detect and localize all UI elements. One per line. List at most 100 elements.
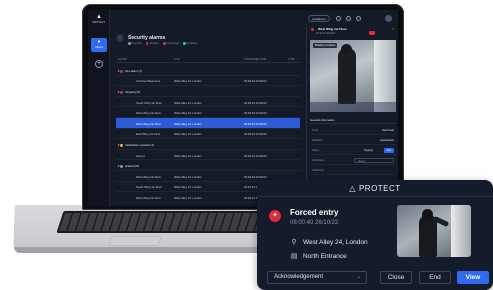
- field-zone: Zone Vault Gate: [310, 126, 396, 135]
- site-cell: West Alley 24, London: [174, 195, 202, 200]
- grid-icon[interactable]: [356, 16, 361, 21]
- brand-name: PROTECT: [92, 21, 106, 24]
- alarm-label: Fire alarm (1): [125, 68, 142, 73]
- nav-alarms-button[interactable]: ● Alarms: [91, 38, 107, 52]
- alarm-detail-panel: West Wing 1st Floor 20:40:24 22/10/23 × …: [306, 24, 398, 206]
- alarm-label: Zone A: [136, 153, 145, 158]
- time-cell: 20:40:24 22/10/23: [244, 100, 267, 105]
- bell-icon: ●: [97, 39, 101, 45]
- alarm-label: East Wing 1st Floor: [136, 132, 161, 137]
- location-pin-icon: ⚲: [291, 239, 297, 246]
- column-alarm[interactable]: ALARM: [118, 58, 127, 61]
- alarm-title: Forced entry: [290, 208, 339, 217]
- time-cell: 20:40:24 22/10/23: [244, 132, 267, 137]
- nav-alarms-label: Alarms: [95, 46, 103, 49]
- intruder-head: [341, 44, 352, 55]
- table-row[interactable]: West Wing 1st Floor West Alley 24, London…: [116, 107, 300, 118]
- field-verified-by: Verified by: [310, 166, 396, 175]
- status-dot-icon: [120, 143, 124, 147]
- field-detection: Detection Appearance: [310, 136, 396, 145]
- status-dot-icon: [120, 164, 124, 168]
- verification-select[interactable]: Select: [354, 157, 394, 163]
- column-triggered-time[interactable]: TRIGGERED TIME: [244, 58, 266, 61]
- view-button[interactable]: View: [457, 271, 489, 284]
- field-value: Vault Gate: [381, 129, 394, 132]
- timeline-strip[interactable]: [310, 102, 396, 112]
- alarm-cell: West Wing 1st Floor: [136, 122, 161, 126]
- column-site[interactable]: SITE: [174, 58, 180, 61]
- group-row[interactable]: ▾ Ongoing (5): [116, 86, 300, 97]
- alarm-cell: Zone A: [136, 154, 145, 158]
- group-row[interactable]: ▾ Fire alarm (1): [116, 65, 300, 76]
- time-cell: 20:40:24 22/10/23: [244, 153, 267, 158]
- detail-subtitle: 20:40:24 22/10/23: [316, 32, 336, 35]
- table-row[interactable]: South Wing 1st Floor West Alley 24, Londo…: [116, 97, 300, 108]
- laptop-screen: ▲ PROTECT ● Alarms + ‹ Security alarms A…: [88, 10, 398, 206]
- column-type[interactable]: TYPE: [288, 58, 295, 61]
- alarm-cell: West Wing 1st Floor: [136, 111, 161, 115]
- help-icon[interactable]: [336, 16, 341, 21]
- alarm-label: South Wing 1st Floor: [136, 100, 163, 105]
- alarm-label: Ongoing (5): [125, 89, 140, 94]
- status-badge: [369, 31, 375, 35]
- avatar[interactable]: [385, 15, 392, 22]
- trackpad: [108, 236, 162, 246]
- alarm-cell: West Wing 1st Floor: [136, 196, 161, 200]
- status-end-button[interactable]: End: [383, 147, 394, 153]
- table-row[interactable]: West Wing 1st Floor West Alley 24, London…: [116, 117, 300, 129]
- legend-item[interactable]: All status: [183, 42, 197, 45]
- add-button[interactable]: +: [95, 60, 103, 68]
- lockdown-button[interactable]: Lockdown: [308, 15, 330, 22]
- group-row[interactable]: ▾ Verification required (1): [116, 139, 300, 150]
- triangle-logo-icon: ▲: [96, 14, 102, 20]
- group-row[interactable]: ▾ Ended (22): [116, 160, 300, 171]
- legend-dot-icon: [183, 42, 186, 45]
- legend-dot-icon: [163, 42, 166, 45]
- alarm-label: 1st Floor Basement: [136, 79, 161, 84]
- alarm-cell: South Wing 1st Floor: [136, 185, 162, 189]
- time-cell: 20:40:24 22/10/23: [244, 79, 267, 84]
- camera-snapshot[interactable]: Building 4 entrance: [310, 40, 396, 112]
- card-brand-name: PROTECT: [358, 184, 401, 193]
- site-cell: West Alley 24, London: [174, 121, 202, 126]
- table-row[interactable]: 1st Floor Basement West Alley 24, London 2…: [116, 76, 300, 87]
- card-actions: Acknowledgement ⌄ Close End View: [267, 271, 489, 284]
- legend-dot-icon: [145, 42, 149, 45]
- legend-item[interactable]: Connected: [163, 42, 179, 45]
- close-icon[interactable]: ×: [392, 26, 394, 31]
- status-ongoing[interactable]: Ongoing: [361, 148, 376, 154]
- location-text: West Alley 24, London: [303, 238, 368, 246]
- end-button[interactable]: End: [419, 271, 451, 284]
- acknowledgement-select[interactable]: Acknowledgement ⌄: [267, 271, 367, 284]
- keyboard-keys: [59, 213, 266, 231]
- site-cell: West Alley 24, London: [174, 153, 202, 158]
- legend-item[interactable]: Any time: [128, 42, 142, 45]
- field-label: Detection: [312, 139, 323, 142]
- back-icon[interactable]: ‹: [116, 34, 124, 42]
- brand-logo: ▲ PROTECT: [92, 14, 106, 24]
- card-brand: △ PROTECT: [257, 184, 493, 193]
- intruder-head: [422, 209, 433, 220]
- alarm-door: ▤ North Entrance: [290, 252, 347, 261]
- close-button[interactable]: Close: [380, 271, 412, 284]
- alarm-time: 08:00:40 26/10/22: [290, 220, 339, 226]
- time-cell: 20:40:24 22/10/23: [244, 174, 267, 179]
- alarm-cell: 1st Floor Basement: [136, 79, 160, 83]
- alarm-location: ⚲ West Alley 24, London: [290, 238, 368, 247]
- settings-icon[interactable]: [346, 16, 351, 21]
- alarms-list-area: ‹ Security alarms Any time Intrusion Conne…: [110, 10, 300, 206]
- table-row[interactable]: East Wing 1st Floor West Alley 24, London…: [116, 129, 300, 140]
- table-header: ALARM SITE TRIGGERED TIME TYPE: [116, 56, 300, 63]
- table-row[interactable]: Zone A West Alley 24, London 20:40:24 22/1…: [116, 150, 300, 161]
- divider: [257, 196, 493, 197]
- field-value: Appearance: [380, 139, 394, 142]
- legend-label: Connected: [166, 42, 180, 45]
- alarm-icon: ✦: [269, 210, 281, 222]
- keyboard: [56, 211, 269, 233]
- legend-item[interactable]: Intrusion: [145, 42, 159, 45]
- camera-snapshot[interactable]: [397, 205, 471, 257]
- intruder-figure: [338, 48, 356, 104]
- alarm-label: West Wing 1st Floor: [136, 174, 162, 179]
- field-label: Verified by: [312, 169, 325, 172]
- alarm-label: Ended (22): [125, 164, 140, 169]
